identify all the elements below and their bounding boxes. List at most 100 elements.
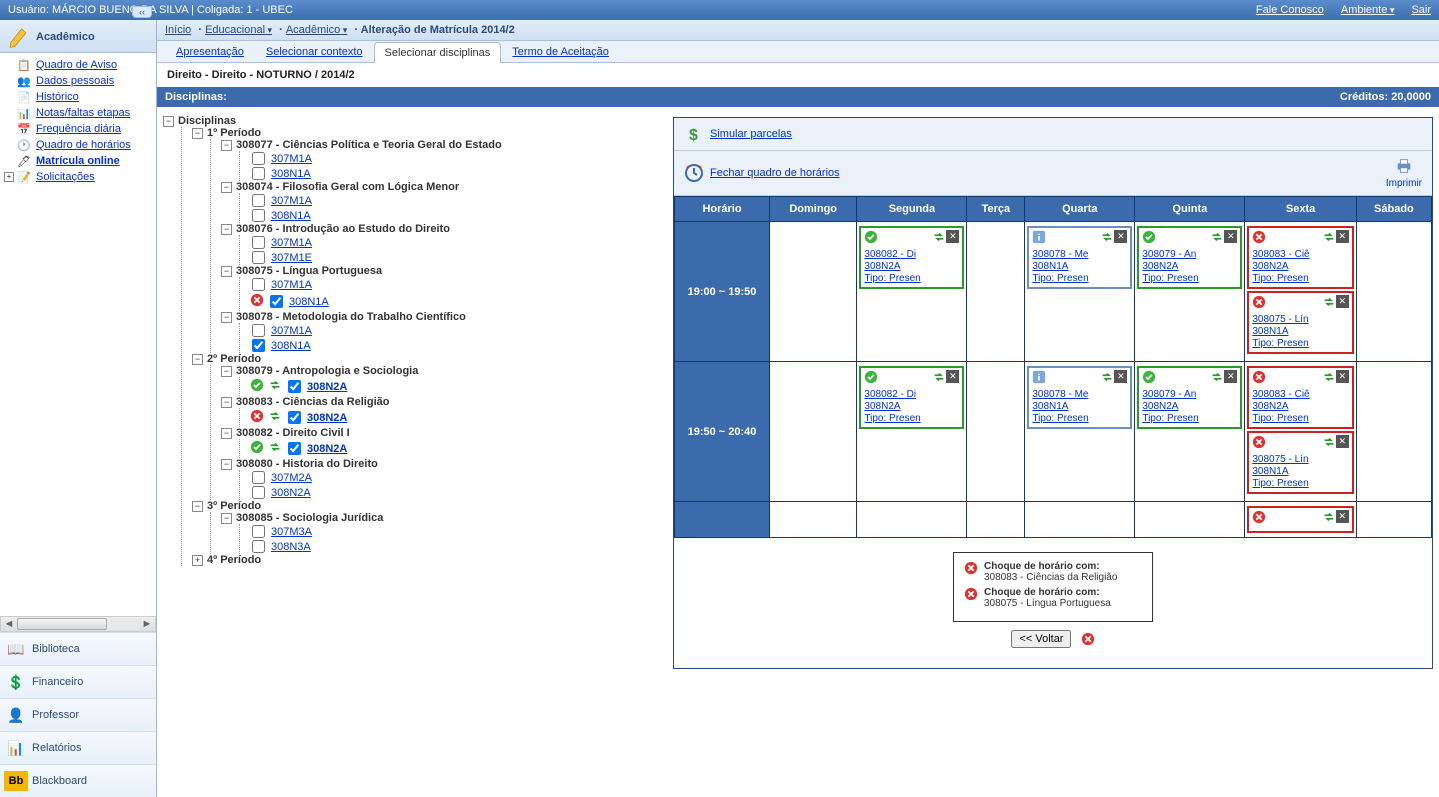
tab[interactable]: Selecionar disciplinas xyxy=(374,42,502,63)
sidebar-item[interactable]: 📅Frequência diária xyxy=(2,121,154,137)
sched-card[interactable]: ✕308082 - Di308N2ATipo: Presen xyxy=(859,366,964,429)
sched-card[interactable]: ✕ xyxy=(1247,506,1353,533)
card-type[interactable]: Tipo: Presen xyxy=(864,413,959,425)
card-type[interactable]: Tipo: Presen xyxy=(1142,413,1237,425)
tree-toggle[interactable]: + xyxy=(192,555,203,566)
close-icon[interactable]: ✕ xyxy=(946,230,959,243)
sidebar-item[interactable]: 🖊Matrícula online xyxy=(2,153,154,169)
class-link[interactable]: 308N3A xyxy=(271,541,311,553)
card-class[interactable]: 308N2A xyxy=(1252,261,1348,273)
class-link[interactable]: 308N2A xyxy=(307,381,347,393)
sidebar-link[interactable]: Solicitações xyxy=(36,171,95,183)
sidebar-link[interactable]: Dados pessoais xyxy=(36,75,114,87)
print-button[interactable]: Imprimir xyxy=(1386,157,1422,189)
card-type[interactable]: Tipo: Presen xyxy=(1252,413,1348,425)
tree-toggle[interactable]: − xyxy=(221,366,232,377)
sidebar-item[interactable]: 📋Quadro de Aviso xyxy=(2,57,154,73)
tree-toggle[interactable]: − xyxy=(221,397,232,408)
class-checkbox[interactable] xyxy=(252,525,265,538)
card-type[interactable]: Tipo: Presen xyxy=(1142,273,1237,285)
card-class[interactable]: 308N2A xyxy=(1142,261,1237,273)
sidebar-item[interactable]: 👥Dados pessoais xyxy=(2,73,154,89)
close-icon[interactable]: ✕ xyxy=(1336,295,1349,308)
sched-card[interactable]: ✕308083 - Ciê308N2ATipo: Presen xyxy=(1247,366,1353,429)
sair-link[interactable]: Sair xyxy=(1411,4,1431,16)
class-link[interactable]: 307M1A xyxy=(271,195,312,207)
class-checkbox[interactable] xyxy=(252,540,265,553)
tree-toggle[interactable]: − xyxy=(221,266,232,277)
sidebar-scrollbar[interactable]: ◄ ► xyxy=(0,616,156,632)
class-checkbox[interactable] xyxy=(270,295,283,308)
class-checkbox[interactable] xyxy=(252,278,265,291)
class-link[interactable]: 307M1A xyxy=(271,153,312,165)
card-class[interactable]: 308N2A xyxy=(1142,401,1237,413)
voltar-button[interactable]: << Voltar xyxy=(1011,630,1071,648)
class-checkbox[interactable] xyxy=(252,167,265,180)
class-link[interactable]: 308N1A xyxy=(271,340,311,352)
class-checkbox[interactable] xyxy=(252,324,265,337)
sched-card[interactable]: ✕308075 - Lín308N1ATipo: Presen xyxy=(1247,291,1353,354)
card-type[interactable]: Tipo: Presen xyxy=(1252,478,1348,490)
tree-toggle[interactable]: − xyxy=(192,501,203,512)
class-link[interactable]: 307M1E xyxy=(271,252,312,264)
expand-icon[interactable]: + xyxy=(4,172,14,182)
card-class[interactable]: 308N2A xyxy=(1252,401,1348,413)
scroll-thumb[interactable] xyxy=(17,618,107,630)
card-course[interactable]: 308083 - Ciê xyxy=(1252,389,1348,401)
fechar-horarios-link[interactable]: Fechar quadro de horários xyxy=(710,167,840,179)
sched-card[interactable]: ✕308078 - Me308N1ATipo: Presen xyxy=(1027,366,1132,429)
class-link[interactable]: 308N2A xyxy=(307,443,347,455)
class-checkbox[interactable] xyxy=(252,152,265,165)
card-class[interactable]: 308N2A xyxy=(864,401,959,413)
sched-card[interactable]: ✕308078 - Me308N1ATipo: Presen xyxy=(1027,226,1132,289)
card-course[interactable]: 308082 - Di xyxy=(864,249,959,261)
sidebar-item[interactable]: 📊Notas/faltas etapas xyxy=(2,105,154,121)
sidebar-item[interactable]: +📝Solicitações xyxy=(2,169,154,185)
class-link[interactable]: 307M1A xyxy=(271,325,312,337)
close-icon[interactable]: ✕ xyxy=(1224,370,1237,383)
card-class[interactable]: 308N2A xyxy=(864,261,959,273)
card-course[interactable]: 308075 - Lín xyxy=(1252,314,1348,326)
fale-conosco-link[interactable]: Fale Conosco xyxy=(1256,4,1324,16)
close-icon[interactable]: ✕ xyxy=(1114,370,1127,383)
breadcrumb-educacional[interactable]: Educacional xyxy=(205,24,272,36)
tree-toggle[interactable]: − xyxy=(221,224,232,235)
scroll-left[interactable]: ◄ xyxy=(1,618,17,630)
class-checkbox[interactable] xyxy=(252,236,265,249)
class-checkbox[interactable] xyxy=(288,380,301,393)
sched-card[interactable]: ✕ 308079 - An308N2ATipo: Presen xyxy=(1137,366,1242,429)
class-link[interactable]: 307M1A xyxy=(271,237,312,249)
tab[interactable]: Apresentação xyxy=(165,41,255,62)
card-type[interactable]: Tipo: Presen xyxy=(864,273,959,285)
tab[interactable]: Selecionar contexto xyxy=(255,41,374,62)
sidebar-link[interactable]: Frequência diária xyxy=(36,123,121,135)
tree-toggle[interactable]: − xyxy=(192,128,203,139)
sidebar-section[interactable]: 📖Biblioteca xyxy=(0,632,156,665)
card-type[interactable]: Tipo: Presen xyxy=(1032,273,1127,285)
class-checkbox[interactable] xyxy=(252,251,265,264)
class-link[interactable]: 307M3A xyxy=(271,526,312,538)
sched-card[interactable]: ✕ 308079 - An308N2ATipo: Presen xyxy=(1137,226,1242,289)
card-course[interactable]: 308078 - Me xyxy=(1032,389,1127,401)
class-checkbox[interactable] xyxy=(252,209,265,222)
tree-toggle[interactable]: − xyxy=(221,428,232,439)
card-class[interactable]: 308N1A xyxy=(1252,466,1348,478)
card-course[interactable]: 308079 - An xyxy=(1142,389,1237,401)
close-icon[interactable]: ✕ xyxy=(1224,230,1237,243)
card-class[interactable]: 308N1A xyxy=(1032,261,1127,273)
breadcrumb-inicio[interactable]: Início xyxy=(165,24,191,36)
sidebar-link[interactable]: Matrícula online xyxy=(36,155,120,167)
card-course[interactable]: 308078 - Me xyxy=(1032,249,1127,261)
sidebar-link[interactable]: Quadro de horários xyxy=(36,139,131,151)
card-course[interactable]: 308079 - An xyxy=(1142,249,1237,261)
class-checkbox[interactable] xyxy=(252,486,265,499)
class-checkbox[interactable] xyxy=(288,442,301,455)
class-checkbox[interactable] xyxy=(252,471,265,484)
card-course[interactable]: 308082 - Di xyxy=(864,389,959,401)
tab[interactable]: Termo de Aceitação xyxy=(501,41,620,62)
card-course[interactable]: 308083 - Ciê xyxy=(1252,249,1348,261)
sidebar-item[interactable]: 🕐Quadro de horários xyxy=(2,137,154,153)
close-icon[interactable]: ✕ xyxy=(1336,230,1349,243)
tree-toggle[interactable]: − xyxy=(221,513,232,524)
tree-toggle[interactable]: − xyxy=(163,116,174,127)
